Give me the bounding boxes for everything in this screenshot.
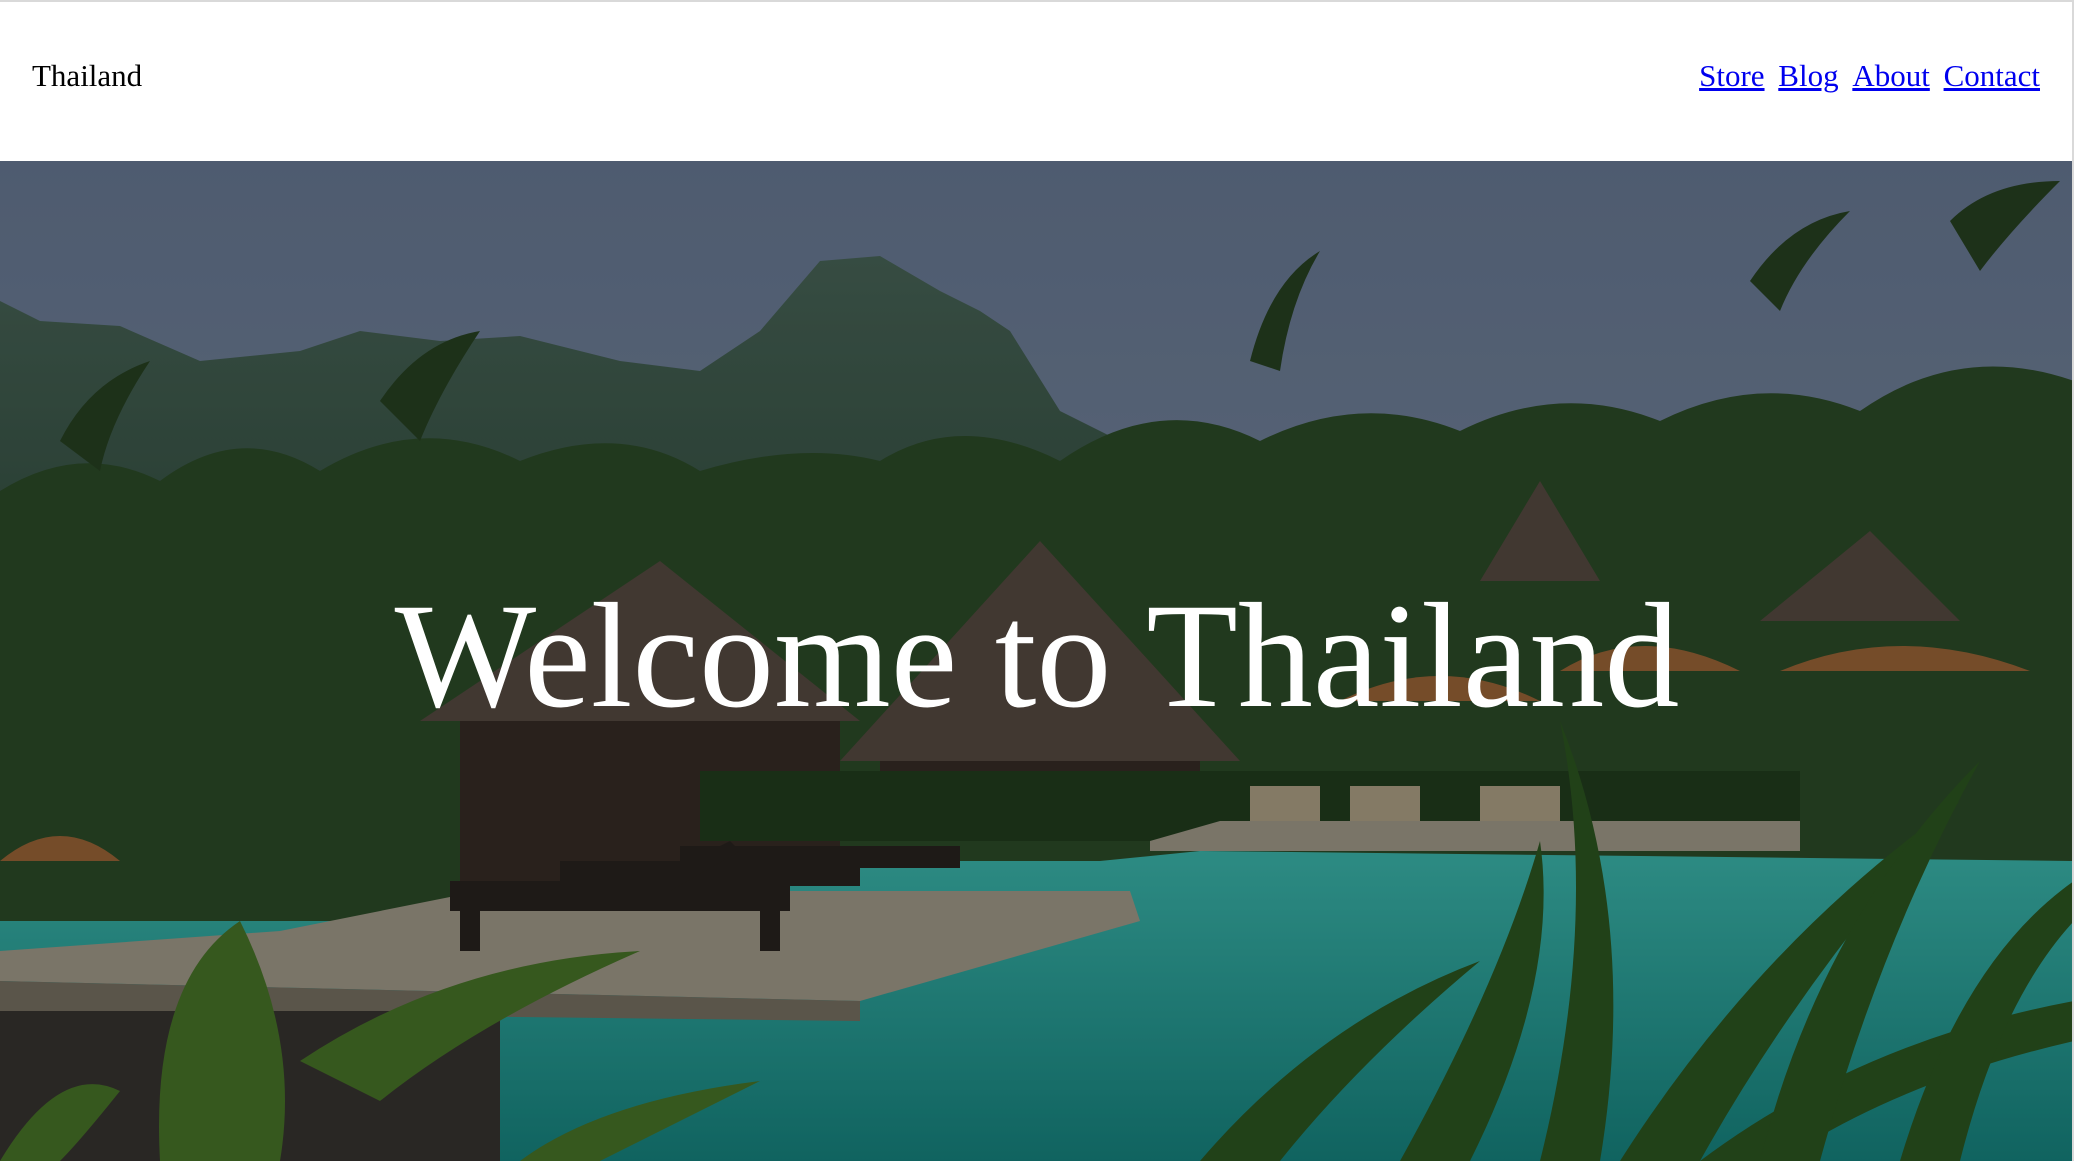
nav-link-store[interactable]: Store [1699, 58, 1764, 93]
hero-title: Welcome to Thailand [394, 573, 1680, 739]
nav-link-blog[interactable]: Blog [1778, 58, 1838, 93]
nav-link-about[interactable]: About [1852, 58, 1930, 93]
main-nav: Store Blog About Contact [1693, 60, 2040, 91]
nav-link-contact[interactable]: Contact [1944, 58, 2040, 93]
site-header: Thailand Store Blog About Contact [0, 0, 2074, 161]
page: Thailand Store Blog About Contact Welcom… [0, 0, 2076, 1164]
hero-section: Welcome to Thailand [0, 161, 2074, 1161]
site-title[interactable]: Thailand [32, 60, 142, 91]
